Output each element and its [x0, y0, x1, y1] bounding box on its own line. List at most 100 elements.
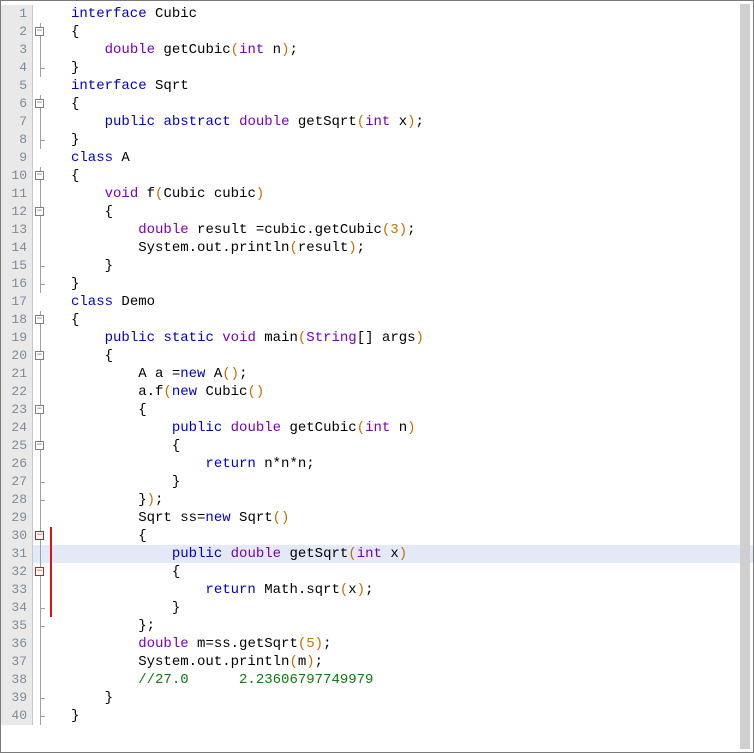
fold-minus-icon[interactable]: −	[35, 351, 44, 360]
code-text[interactable]: });	[61, 491, 753, 509]
code-text[interactable]: {	[61, 311, 753, 329]
code-text[interactable]: class Demo	[61, 293, 753, 311]
code-text[interactable]: System.out.println(m);	[61, 653, 753, 671]
fold-gutter[interactable]: −	[33, 347, 47, 365]
code-lines[interactable]: 1interface Cubic2−{3 double getCubic(int…	[1, 1, 753, 725]
code-text[interactable]: A a =new A();	[61, 365, 753, 383]
code-text[interactable]: }	[61, 131, 753, 149]
code-line[interactable]: 39 }	[1, 689, 753, 707]
code-line[interactable]: 37 System.out.println(m);	[1, 653, 753, 671]
code-text[interactable]: }	[61, 689, 753, 707]
code-line[interactable]: 30− {	[1, 527, 753, 545]
code-line[interactable]: 26 return n*n*n;	[1, 455, 753, 473]
fold-minus-icon[interactable]: −	[35, 27, 44, 36]
code-line[interactable]: 27 }	[1, 473, 753, 491]
code-line[interactable]: 35 };	[1, 617, 753, 635]
fold-gutter[interactable]: −	[33, 401, 47, 419]
code-text[interactable]: {	[61, 401, 753, 419]
scrollbar-thumb[interactable]	[740, 4, 750, 749]
code-line[interactable]: 2−{	[1, 23, 753, 41]
code-text[interactable]: public double getCubic(int n)	[61, 419, 753, 437]
code-text[interactable]: }	[61, 473, 753, 491]
code-line[interactable]: 16}	[1, 275, 753, 293]
code-line[interactable]: 18−{	[1, 311, 753, 329]
fold-gutter[interactable]: −	[33, 311, 47, 329]
code-line[interactable]: 12− {	[1, 203, 753, 221]
code-line[interactable]: 11 void f(Cubic cubic)	[1, 185, 753, 203]
code-text[interactable]: }	[61, 275, 753, 293]
code-text[interactable]: double m=ss.getSqrt(5);	[61, 635, 753, 653]
code-line[interactable]: 33 return Math.sqrt(x);	[1, 581, 753, 599]
fold-gutter[interactable]: −	[33, 527, 47, 545]
code-text[interactable]: double getCubic(int n);	[61, 41, 753, 59]
code-text[interactable]: {	[61, 167, 753, 185]
code-line[interactable]: 14 System.out.println(result);	[1, 239, 753, 257]
code-line[interactable]: 40}	[1, 707, 753, 725]
vertical-scrollbar[interactable]	[740, 4, 750, 749]
code-text[interactable]: //27.0 2.23606797749979	[61, 671, 753, 689]
code-line[interactable]: 24 public double getCubic(int n)	[1, 419, 753, 437]
code-text[interactable]: {	[61, 23, 753, 41]
code-line[interactable]: 13 double result =cubic.getCubic(3);	[1, 221, 753, 239]
code-text[interactable]: double result =cubic.getCubic(3);	[61, 221, 753, 239]
code-text[interactable]: }	[61, 707, 753, 725]
fold-gutter[interactable]: −	[33, 437, 47, 455]
code-line[interactable]: 36 double m=ss.getSqrt(5);	[1, 635, 753, 653]
code-line[interactable]: 29 Sqrt ss=new Sqrt()	[1, 509, 753, 527]
code-line[interactable]: 34 }	[1, 599, 753, 617]
code-text[interactable]: {	[61, 437, 753, 455]
code-line[interactable]: 4}	[1, 59, 753, 77]
fold-gutter[interactable]: −	[33, 23, 47, 41]
code-line[interactable]: 32− {	[1, 563, 753, 581]
fold-gutter[interactable]: −	[33, 203, 47, 221]
fold-minus-icon[interactable]: −	[35, 441, 44, 450]
code-text[interactable]: }	[61, 257, 753, 275]
code-line[interactable]: 25− {	[1, 437, 753, 455]
code-line[interactable]: 23− {	[1, 401, 753, 419]
code-line[interactable]: 21 A a =new A();	[1, 365, 753, 383]
code-text[interactable]: class A	[61, 149, 753, 167]
fold-gutter[interactable]: −	[33, 563, 47, 581]
code-text[interactable]: {	[61, 203, 753, 221]
code-text[interactable]: void f(Cubic cubic)	[61, 185, 753, 203]
fold-minus-icon[interactable]: −	[35, 171, 44, 180]
code-text[interactable]: public abstract double getSqrt(int x);	[61, 113, 753, 131]
fold-minus-icon[interactable]: −	[35, 531, 44, 540]
code-text[interactable]: interface Sqrt	[61, 77, 753, 95]
fold-minus-icon[interactable]: −	[35, 405, 44, 414]
fold-minus-icon[interactable]: −	[35, 315, 44, 324]
code-line[interactable]: 22 a.f(new Cubic()	[1, 383, 753, 401]
fold-gutter[interactable]: −	[33, 95, 47, 113]
code-line[interactable]: 31 public double getSqrt(int x)	[1, 545, 753, 563]
code-text[interactable]: {	[61, 347, 753, 365]
code-line[interactable]: 8}	[1, 131, 753, 149]
code-text[interactable]: {	[61, 563, 753, 581]
code-text[interactable]: }	[61, 59, 753, 77]
code-line[interactable]: 3 double getCubic(int n);	[1, 41, 753, 59]
fold-minus-icon[interactable]: −	[35, 567, 44, 576]
code-text[interactable]: public static void main(String[] args)	[61, 329, 753, 347]
code-text[interactable]: interface Cubic	[61, 5, 753, 23]
code-text[interactable]: {	[61, 527, 753, 545]
code-text[interactable]: public double getSqrt(int x)	[61, 545, 753, 563]
code-line[interactable]: 6−{	[1, 95, 753, 113]
code-text[interactable]: System.out.println(result);	[61, 239, 753, 257]
code-text[interactable]: }	[61, 599, 753, 617]
code-line[interactable]: 19 public static void main(String[] args…	[1, 329, 753, 347]
code-text[interactable]: return Math.sqrt(x);	[61, 581, 753, 599]
code-line[interactable]: 5interface Sqrt	[1, 77, 753, 95]
code-text[interactable]: Sqrt ss=new Sqrt()	[61, 509, 753, 527]
code-text[interactable]: {	[61, 95, 753, 113]
code-line[interactable]: 15 }	[1, 257, 753, 275]
code-text[interactable]: return n*n*n;	[61, 455, 753, 473]
code-line[interactable]: 9class A	[1, 149, 753, 167]
fold-minus-icon[interactable]: −	[35, 99, 44, 108]
code-text[interactable]: a.f(new Cubic()	[61, 383, 753, 401]
code-line[interactable]: 20− {	[1, 347, 753, 365]
code-editor[interactable]: 1interface Cubic2−{3 double getCubic(int…	[0, 0, 754, 753]
fold-minus-icon[interactable]: −	[35, 207, 44, 216]
code-line[interactable]: 10−{	[1, 167, 753, 185]
code-line[interactable]: 7 public abstract double getSqrt(int x);	[1, 113, 753, 131]
fold-gutter[interactable]: −	[33, 167, 47, 185]
code-text[interactable]: };	[61, 617, 753, 635]
